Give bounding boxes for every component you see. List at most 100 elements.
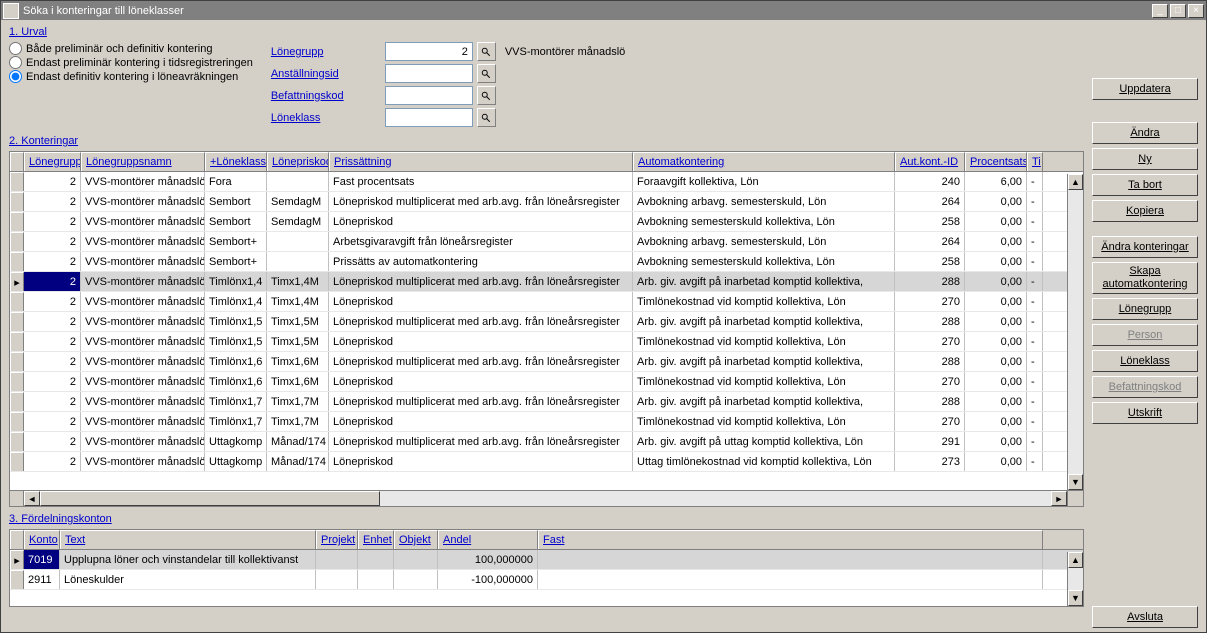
- cell: VVS-montörer månadslön: [81, 432, 205, 451]
- cell: 6,00: [965, 172, 1027, 191]
- titlebar[interactable]: Söka i konteringar till löneklasser _ □ …: [1, 1, 1206, 20]
- column-header[interactable]: Lönegrupp: [24, 152, 81, 171]
- cell: 2: [24, 312, 81, 331]
- cell: 2: [24, 372, 81, 391]
- cell: 2: [24, 272, 81, 291]
- cell: Lönepriskod multiplicerat med arb.avg. f…: [329, 272, 633, 291]
- cell: Timx1,6M: [267, 372, 329, 391]
- konteringar-grid[interactable]: LönegruppLönegruppsnamn+LöneklassLönepri…: [9, 151, 1084, 507]
- column-header[interactable]: Lönegruppsnamn: [81, 152, 205, 171]
- andra-konteringar-button[interactable]: Ändra konteringar: [1092, 236, 1198, 258]
- cell: VVS-montörer månadslön: [81, 452, 205, 471]
- column-header[interactable]: Projekt: [316, 530, 358, 549]
- scroll-up-icon[interactable]: ▲: [1068, 552, 1083, 568]
- table-row[interactable]: 2VVS-montörer månadslönUttagkompMånad/17…: [10, 432, 1083, 452]
- column-header[interactable]: Andel: [438, 530, 538, 549]
- urval-radio-0[interactable]: Både preliminär och definitiv kontering: [9, 42, 253, 55]
- scroll-right-icon[interactable]: ►: [1051, 491, 1067, 506]
- cell: Lönepriskod: [329, 412, 633, 431]
- uppdatera-button[interactable]: Uppdatera: [1092, 78, 1198, 100]
- andra-button[interactable]: Ändra: [1092, 122, 1198, 144]
- table-row[interactable]: 2VVS-montörer månadslönSembort+Prissätts…: [10, 252, 1083, 272]
- scroll-thumb[interactable]: [40, 491, 380, 506]
- column-header[interactable]: Ti: [1027, 152, 1043, 171]
- cell: [538, 570, 1043, 589]
- table-row[interactable]: 2VVS-montörer månadslönTimlönx1,5Timx1,5…: [10, 332, 1083, 352]
- cell: Timlönx1,4: [205, 272, 267, 291]
- vertical-scrollbar[interactable]: ▲ ▼: [1067, 174, 1083, 490]
- cell: Avbokning arbavg. semesterskuld, Lön: [633, 192, 895, 211]
- cell: 0,00: [965, 212, 1027, 231]
- field-input-2[interactable]: [385, 86, 473, 105]
- lookup-button-2[interactable]: [477, 86, 496, 105]
- row-indicator: ▸: [10, 550, 24, 569]
- field-label-2: Befattningskod: [271, 90, 381, 102]
- utskrift-button[interactable]: Utskrift: [1092, 402, 1198, 424]
- cell: Foraavgift kollektiva, Lön: [633, 172, 895, 191]
- lookup-button-1[interactable]: [477, 64, 496, 83]
- table-row[interactable]: 2VVS-montörer månadslönTimlönx1,4Timx1,4…: [10, 292, 1083, 312]
- cell: 270: [895, 372, 965, 391]
- cell: 288: [895, 392, 965, 411]
- column-header[interactable]: Automatkontering: [633, 152, 895, 171]
- befattningskod-button: Befattningskod: [1092, 376, 1198, 398]
- column-header[interactable]: Lönepriskod: [267, 152, 329, 171]
- minimize-button[interactable]: _: [1152, 4, 1168, 18]
- table-row[interactable]: 2VVS-montörer månadslönTimlönx1,6Timx1,6…: [10, 352, 1083, 372]
- table-row[interactable]: 2VVS-montörer månadslönTimlönx1,6Timx1,6…: [10, 372, 1083, 392]
- cell: -: [1027, 172, 1043, 191]
- kopiera-button[interactable]: Kopiera: [1092, 200, 1198, 222]
- skapa-automatkontering-button[interactable]: Skapaautomatkontering: [1092, 262, 1198, 294]
- tabort-button[interactable]: Ta bort: [1092, 174, 1198, 196]
- avsluta-button[interactable]: Avsluta: [1092, 606, 1198, 628]
- column-header[interactable]: Aut.kont.-ID: [895, 152, 965, 171]
- table-row[interactable]: ▸7019Upplupna löner och vinstandelar til…: [10, 550, 1083, 570]
- close-button[interactable]: ×: [1188, 4, 1204, 18]
- table-row[interactable]: 2VVS-montörer månadslönTimlönx1,7Timx1,7…: [10, 412, 1083, 432]
- field-input-3[interactable]: [385, 108, 473, 127]
- column-header[interactable]: Konto: [24, 530, 60, 549]
- column-header[interactable]: Fast: [538, 530, 1043, 549]
- column-header[interactable]: Text: [60, 530, 316, 549]
- scroll-down-icon[interactable]: ▼: [1068, 590, 1083, 606]
- lookup-button-3[interactable]: [477, 108, 496, 127]
- cell: 0,00: [965, 332, 1027, 351]
- urval-radio-2[interactable]: Endast definitiv kontering i löneavräkni…: [9, 70, 253, 83]
- field-input-0[interactable]: [385, 42, 473, 61]
- cell: -: [1027, 312, 1043, 331]
- table-row[interactable]: 2VVS-montörer månadslönTimlönx1,7Timx1,7…: [10, 392, 1083, 412]
- table-row[interactable]: ▸2VVS-montörer månadslönTimlönx1,4Timx1,…: [10, 272, 1083, 292]
- column-header[interactable]: +Löneklass: [205, 152, 267, 171]
- field-input-1[interactable]: [385, 64, 473, 83]
- cell: Timx1,5M: [267, 332, 329, 351]
- table-row[interactable]: 2VVS-montörer månadslönSembortSemdagMLön…: [10, 212, 1083, 232]
- scroll-down-icon[interactable]: ▼: [1068, 474, 1083, 490]
- lookup-result-0: VVS-montörer månadslö: [501, 46, 625, 58]
- table-row[interactable]: 2VVS-montörer månadslönTimlönx1,5Timx1,5…: [10, 312, 1083, 332]
- cell: 2: [24, 292, 81, 311]
- table-row[interactable]: 2VVS-montörer månadslönUttagkompMånad/17…: [10, 452, 1083, 472]
- table-row[interactable]: 2VVS-montörer månadslönSembort+Arbetsgiv…: [10, 232, 1083, 252]
- maximize-button[interactable]: □: [1170, 4, 1186, 18]
- horizontal-scrollbar[interactable]: ◄ ►: [10, 490, 1083, 506]
- table-row[interactable]: 2VVS-montörer månadslönSembortSemdagMLön…: [10, 192, 1083, 212]
- window: Söka i konteringar till löneklasser _ □ …: [0, 0, 1207, 633]
- vertical-scrollbar[interactable]: ▲ ▼: [1067, 552, 1083, 606]
- cell: Arb. giv. avgift på inarbetad komptid ko…: [633, 392, 895, 411]
- urval-radio-1[interactable]: Endast preliminär kontering i tidsregist…: [9, 56, 253, 69]
- loneklass-button[interactable]: Löneklass: [1092, 350, 1198, 372]
- cell: VVS-montörer månadslön: [81, 192, 205, 211]
- ny-button[interactable]: Ny: [1092, 148, 1198, 170]
- cell: 270: [895, 292, 965, 311]
- scroll-left-icon[interactable]: ◄: [24, 491, 40, 506]
- lonegrupp-button[interactable]: Lönegrupp: [1092, 298, 1198, 320]
- table-row[interactable]: 2VVS-montörer månadslönForaFast procents…: [10, 172, 1083, 192]
- column-header[interactable]: Procentsats: [965, 152, 1027, 171]
- column-header[interactable]: Prissättning: [329, 152, 633, 171]
- scroll-up-icon[interactable]: ▲: [1068, 174, 1083, 190]
- fordelning-grid[interactable]: KontoTextProjektEnhetObjektAndelFast ▸70…: [9, 529, 1084, 607]
- table-row[interactable]: 2911Löneskulder-100,000000: [10, 570, 1083, 590]
- lookup-button-0[interactable]: [477, 42, 496, 61]
- column-header[interactable]: Enhet: [358, 530, 394, 549]
- column-header[interactable]: Objekt: [394, 530, 438, 549]
